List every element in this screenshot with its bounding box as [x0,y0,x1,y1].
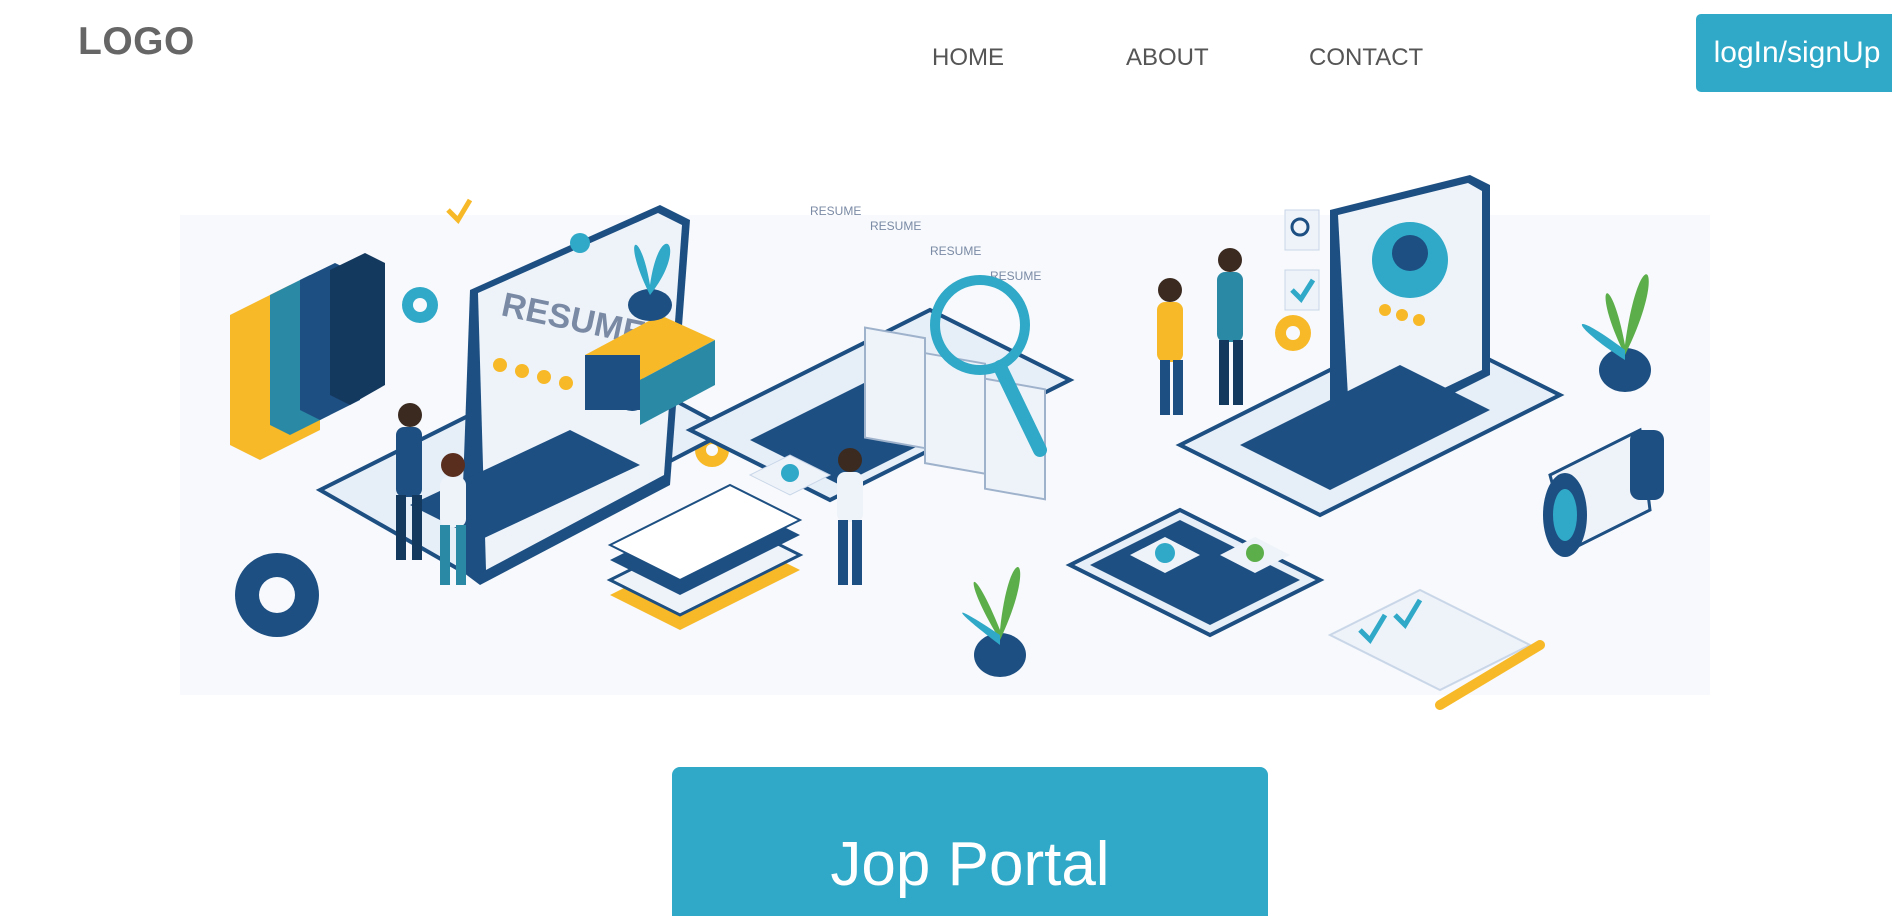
job-portal-banner[interactable]: Jop Portal [672,767,1268,916]
gear-icon [402,287,438,323]
hero-illustration: RESUME RESUME RESUME RESUME RESUME [170,175,1725,723]
resume-doc-label: RESUME [810,204,861,218]
resume-doc-label: RESUME [930,244,981,258]
logo[interactable]: LOGO [78,20,195,64]
search-icon [1284,209,1320,251]
nav-contact[interactable]: CONTACT [1309,44,1423,72]
checkmark-icon [1284,269,1320,311]
job-search-illustration: RESUME RESUME RESUME RESUME RESUME [180,175,1710,710]
resume-doc-label: RESUME [870,219,921,233]
checkmark-icon [446,198,473,225]
nav-home[interactable]: HOME [932,44,1004,72]
nav-about[interactable]: ABOUT [1126,44,1209,72]
gear-icon [235,553,319,637]
login-signup-button[interactable]: logIn/signUp [1696,14,1892,92]
gear-icon [1275,315,1311,351]
